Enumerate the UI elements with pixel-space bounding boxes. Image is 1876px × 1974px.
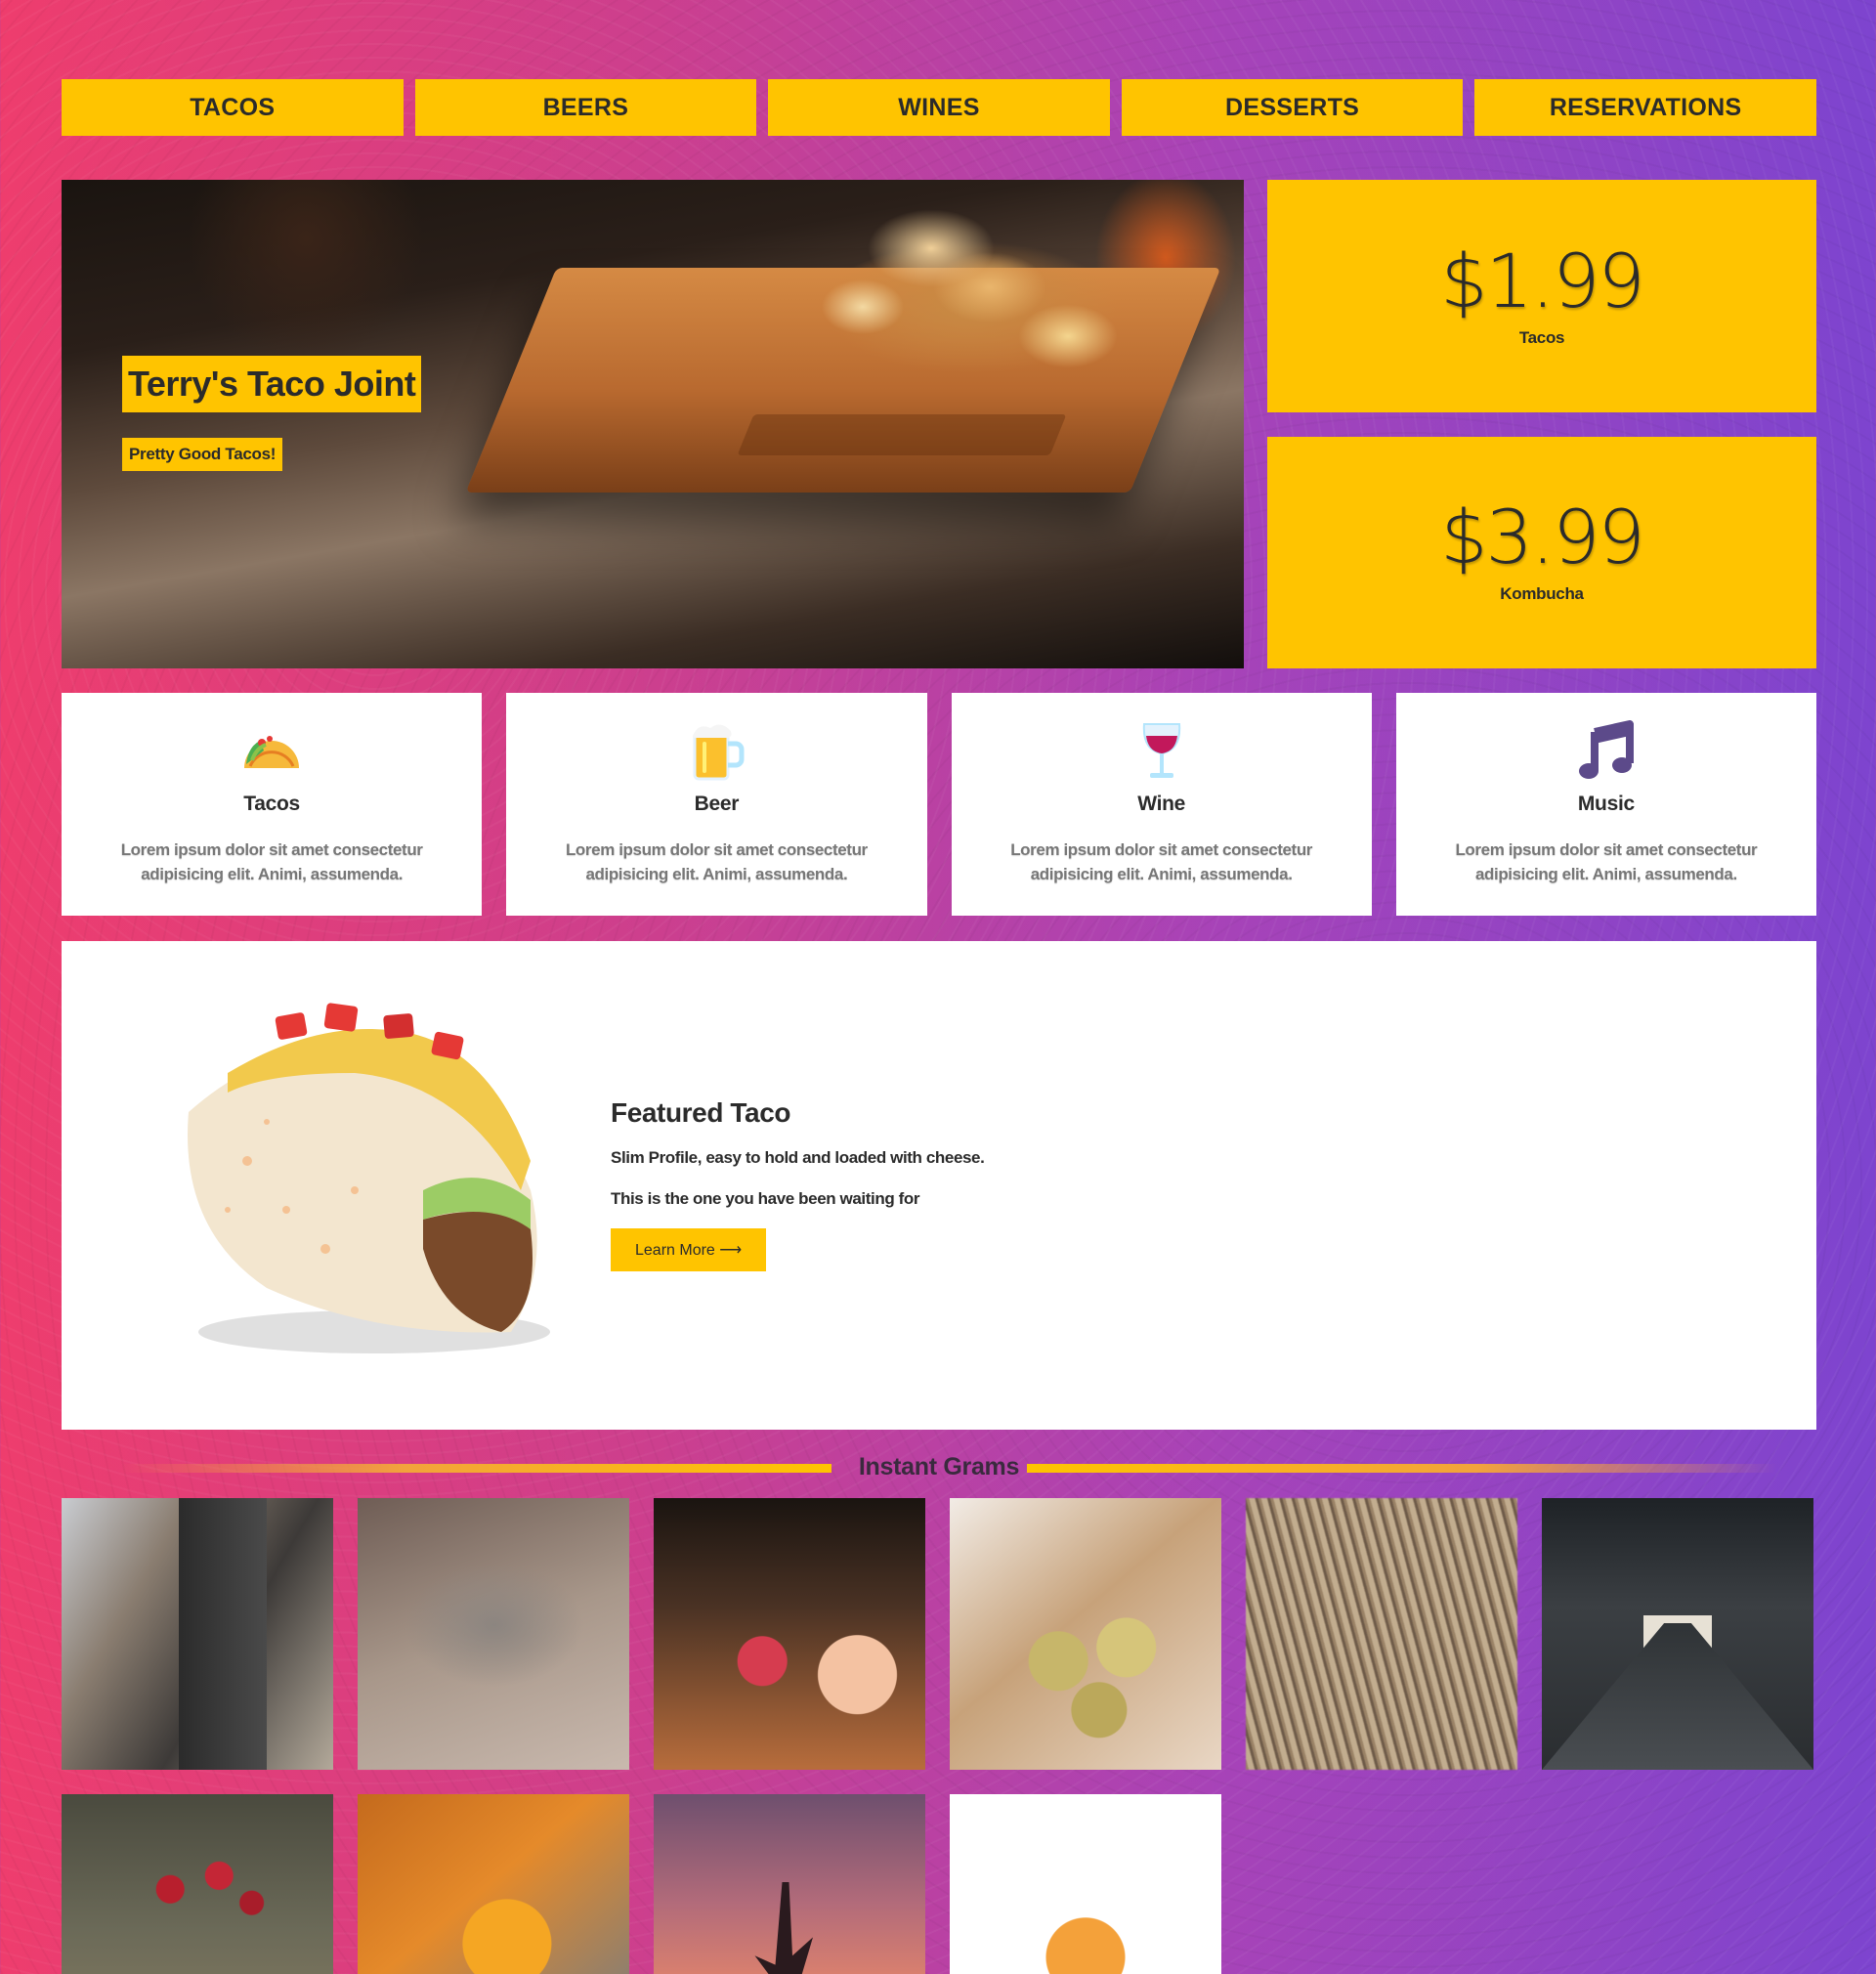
featured-title: Featured Taco [611,1097,791,1128]
feature-text: Lorem ipsum dolor sit amet consectetur a… [1455,840,1758,883]
feature-card-music: Music Lorem ipsum dolor sit amet consect… [1395,693,1816,916]
nav-reservations[interactable]: RESERVATIONS [1474,79,1816,136]
featured-taco-text: Featured Taco Slim Profile, easy to hold… [611,1097,985,1271]
feature-title: Music [1577,793,1635,815]
hero-banner: Terry's Taco Joint Pretty Good Tacos! [62,180,1244,668]
instant-grams-title: Instant Grams [858,1452,1020,1480]
gram-photo[interactable] [62,1794,333,1974]
price-card-tacos: $1.99 Tacos [1267,180,1816,412]
price-label: Tacos [1518,327,1565,347]
price-label: Kombucha [1500,584,1584,604]
feature-text: Lorem ipsum dolor sit amet consectetur a… [1010,840,1313,883]
featured-description: Slim Profile, easy to hold and loaded wi… [611,1148,985,1167]
music-note-icon [1575,720,1638,783]
feature-text: Lorem ipsum dolor sit amet consectetur a… [565,840,868,883]
hero-row: Terry's Taco Joint Pretty Good Tacos! $1… [62,180,1816,668]
feature-card-wine: Wine Lorem ipsum dolor sit amet consecte… [951,693,1372,916]
nav-beers[interactable]: BEERS [414,79,757,136]
taco-icon [240,720,303,783]
price-amount: $1.99 [1440,236,1645,324]
gram-photo[interactable] [950,1498,1221,1770]
gram-photo[interactable] [654,1794,925,1974]
gram-photo[interactable] [950,1794,1221,1974]
gram-photo[interactable] [1246,1498,1517,1770]
nav-wines[interactable]: WINES [768,79,1110,136]
wine-icon [1130,720,1193,783]
featured-tagline: This is the one you have been waiting fo… [611,1189,920,1208]
feature-title: Tacos [243,793,300,815]
gram-photo[interactable] [358,1498,629,1770]
nav-tacos[interactable]: TACOS [62,79,404,136]
gram-photo[interactable] [62,1498,333,1770]
gram-photo[interactable] [1542,1498,1813,1770]
price-panel: $1.99 Tacos $3.99 Kombucha [1267,180,1816,668]
instant-grams-header: Instant Grams [62,1445,1816,1488]
header-divider-left [120,1464,831,1473]
photo-grid [62,1498,1816,1974]
beer-icon [685,720,747,783]
features-row: Tacos Lorem ipsum dolor sit amet consect… [62,693,1816,916]
featured-taco-section: Featured Taco Slim Profile, easy to hold… [62,941,1816,1430]
main-nav: TACOS BEERS WINES DESSERTS RESERVATIONS [62,79,1816,136]
nav-desserts[interactable]: DESSERTS [1121,79,1464,136]
price-amount: $3.99 [1440,494,1645,581]
page-container: TACOS BEERS WINES DESSERTS RESERVATIONS … [62,79,1816,1974]
gram-photo[interactable] [358,1794,629,1974]
feature-title: Beer [694,793,740,815]
hero-subtitle: Pretty Good Tacos! [122,438,283,471]
price-card-kombucha: $3.99 Kombucha [1267,436,1816,668]
hero-title: Terry's Taco Joint [122,356,422,412]
header-divider-right [1027,1464,1777,1473]
feature-title: Wine [1137,793,1186,815]
feature-card-beer: Beer Lorem ipsum dolor sit amet consecte… [506,693,927,916]
feature-card-tacos: Tacos Lorem ipsum dolor sit amet consect… [62,693,483,916]
gram-photo[interactable] [654,1498,925,1770]
hero-board-groove [737,414,1067,455]
feature-text: Lorem ipsum dolor sit amet consectetur a… [120,840,423,883]
featured-taco-image [120,995,609,1366]
learn-more-button[interactable]: Learn More ⟶ [611,1228,767,1271]
hero-tacos-image [746,190,1156,385]
